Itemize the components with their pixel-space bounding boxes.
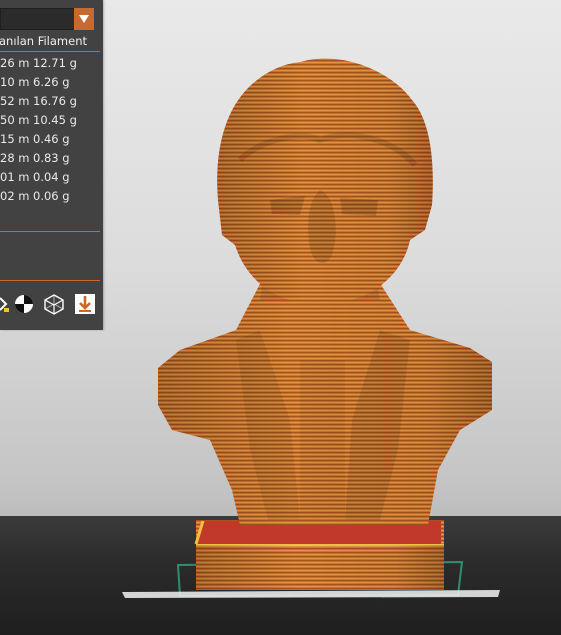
filament-row: 26 m 12.71 g — [0, 56, 77, 70]
divider — [0, 280, 100, 281]
chevron-down-icon — [79, 15, 89, 23]
dropdown-button[interactable] — [74, 8, 94, 30]
filament-row: 15 m 0.46 g — [0, 132, 70, 146]
filament-header: llanılan Filament — [0, 34, 87, 48]
filament-row: 10 m 6.26 g — [0, 75, 70, 89]
color-scheme-icon[interactable] — [12, 292, 36, 316]
extruder-select[interactable] — [0, 8, 75, 30]
filament-usage-panel: llanılan Filament 26 m 12.71 g 10 m 6.26… — [0, 0, 103, 330]
filament-row: 50 m 10.45 g — [0, 113, 77, 127]
divider — [0, 231, 100, 232]
divider — [0, 51, 100, 52]
3d-viewport[interactable]: llanılan Filament 26 m 12.71 g 10 m 6.26… — [0, 0, 561, 635]
filament-row: 02 m 0.06 g — [0, 189, 70, 203]
export-download-icon[interactable] — [73, 292, 97, 316]
filament-row: 28 m 0.83 g — [0, 151, 70, 165]
filament-row: 01 m 0.04 g — [0, 170, 70, 184]
base-block — [194, 520, 444, 590]
view-toolbar — [0, 292, 103, 318]
wireframe-cube-icon[interactable] — [42, 292, 66, 316]
filament-row: 52 m 16.76 g — [0, 94, 77, 108]
